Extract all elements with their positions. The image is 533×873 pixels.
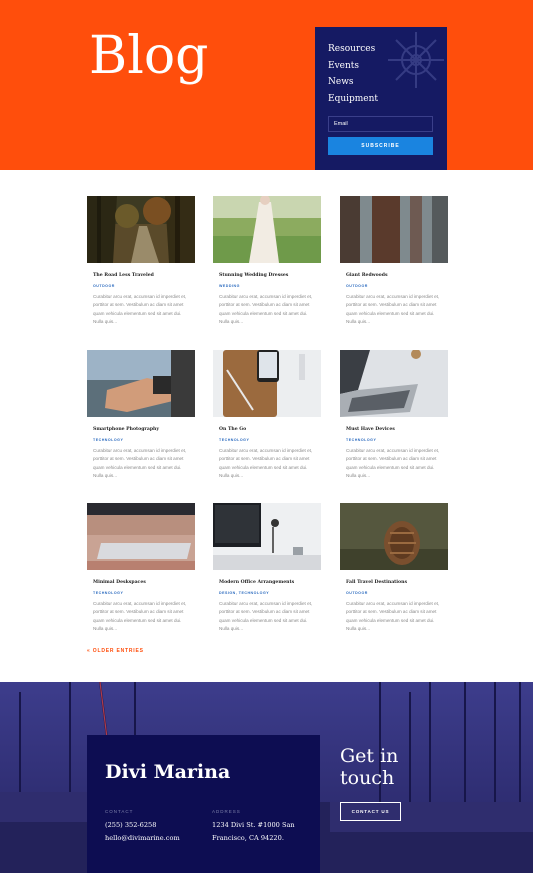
post-card[interactable]: Must Have Devices TECHNOLOGY Curabitur a…	[340, 350, 448, 485]
email-input[interactable]	[328, 116, 433, 132]
post-category-link[interactable]: TECHNOLOGY	[93, 591, 123, 595]
address-line-1: 1234 Divi St. #1000 San	[212, 821, 295, 829]
nav-item-resources[interactable]: Resources	[328, 44, 375, 54]
post-card[interactable]: Fall Travel Destinations OUTDOOR Curabit…	[340, 503, 448, 638]
post-excerpt: Curabitur arcu erat, accumsan id imperdi…	[93, 601, 187, 631]
post-excerpt: Curabitur arcu erat, accumsan id imperdi…	[219, 294, 313, 324]
post-title[interactable]: Must Have Devices	[346, 427, 395, 432]
post-excerpt: Curabitur arcu erat, accumsan id imperdi…	[219, 448, 313, 478]
post-image-wedding-dress[interactable]	[213, 196, 321, 263]
subscribe-button[interactable]: SUBSCRIBE	[328, 137, 433, 155]
nav-item-equipment[interactable]: Equipment	[328, 94, 378, 104]
post-excerpt: Curabitur arcu erat, accumsan id imperdi…	[93, 448, 187, 478]
nav-item-news[interactable]: News	[328, 77, 354, 87]
touch-line-1: Get in	[340, 745, 399, 767]
get-in-touch-heading: Get in touch	[340, 745, 398, 789]
post-card[interactable]: Giant Redwoods OUTDOOR Curabitur arcu er…	[340, 196, 448, 331]
email-link[interactable]: hello@divimarine.com	[105, 834, 180, 842]
ship-wheel-icon	[388, 32, 444, 88]
post-category-link[interactable]: OUTDOOR	[346, 591, 368, 595]
post-title[interactable]: Modern Office Arrangements	[219, 580, 294, 585]
post-card[interactable]: Modern Office Arrangements DESIGN, TECHN…	[213, 503, 321, 638]
post-image-laptop[interactable]	[340, 350, 448, 417]
touch-line-2: touch	[340, 767, 395, 789]
post-title[interactable]: Minimal Deskspaces	[93, 580, 146, 585]
post-title[interactable]: The Road Less Traveled	[93, 273, 154, 278]
hero-section: Blog Resources Events News Equipment SUB…	[0, 0, 533, 170]
address-label: ADDRESS	[212, 809, 241, 814]
nav-item-events[interactable]: Events	[328, 61, 359, 71]
post-image-keyboard[interactable]	[87, 503, 195, 570]
post-card[interactable]: Stunning Wedding Dresses WEDDING Curabit…	[213, 196, 321, 331]
post-card[interactable]: The Road Less Traveled OUTDOOR Curabitur…	[87, 196, 195, 331]
footer-brand-title: Divi Marina	[105, 761, 231, 783]
post-title[interactable]: Smartphone Photography	[93, 427, 159, 432]
footer-contact-box: Divi Marina CONTACT (255) 352-6258 hello…	[87, 735, 320, 873]
post-title[interactable]: Giant Redwoods	[346, 273, 388, 278]
post-excerpt: Curabitur arcu erat, accumsan id imperdi…	[346, 601, 440, 631]
post-card[interactable]: Smartphone Photography TECHNOLOGY Curabi…	[87, 350, 195, 485]
phone-number[interactable]: (255) 352-6258	[105, 821, 156, 829]
post-image-phone-notebook[interactable]	[213, 350, 321, 417]
post-card[interactable]: On The Go TECHNOLOGY Curabitur arcu erat…	[213, 350, 321, 485]
post-excerpt: Curabitur arcu erat, accumsan id imperdi…	[219, 601, 313, 631]
hero-sidebar-panel: Resources Events News Equipment SUBSCRIB…	[315, 27, 447, 170]
post-category-link[interactable]: OUTDOOR	[93, 284, 115, 288]
post-category-link[interactable]: WEDDING	[219, 284, 240, 288]
post-excerpt: Curabitur arcu erat, accumsan id imperdi…	[346, 294, 440, 324]
older-entries-link[interactable]: « OLDER ENTRIES	[87, 648, 144, 654]
post-image-redwoods[interactable]	[340, 196, 448, 263]
post-category-link[interactable]: TECHNOLOGY	[346, 438, 376, 442]
post-category-link[interactable]: DESIGN, TECHNOLOGY	[219, 591, 269, 595]
page-title: Blog	[89, 26, 209, 86]
contact-label: CONTACT	[105, 809, 134, 814]
post-image-pinecone[interactable]	[340, 503, 448, 570]
post-card[interactable]: Minimal Deskspaces TECHNOLOGY Curabitur …	[87, 503, 195, 638]
post-image-smartphone-photo[interactable]	[87, 350, 195, 417]
post-title[interactable]: On The Go	[219, 427, 246, 432]
post-category-link[interactable]: OUTDOOR	[346, 284, 368, 288]
post-title[interactable]: Stunning Wedding Dresses	[219, 273, 288, 278]
post-image-forest-road[interactable]	[87, 196, 195, 263]
post-category-link[interactable]: TECHNOLOGY	[219, 438, 249, 442]
post-category-link[interactable]: TECHNOLOGY	[93, 438, 123, 442]
post-excerpt: Curabitur arcu erat, accumsan id imperdi…	[346, 448, 440, 478]
post-image-office-desk[interactable]	[213, 503, 321, 570]
address-line-2: Francisco, CA 94220.	[212, 834, 284, 842]
post-title[interactable]: Fall Travel Destinations	[346, 580, 407, 585]
post-excerpt: Curabitur arcu erat, accumsan id imperdi…	[93, 294, 187, 324]
contact-us-button[interactable]: CONTACT US	[340, 802, 401, 821]
